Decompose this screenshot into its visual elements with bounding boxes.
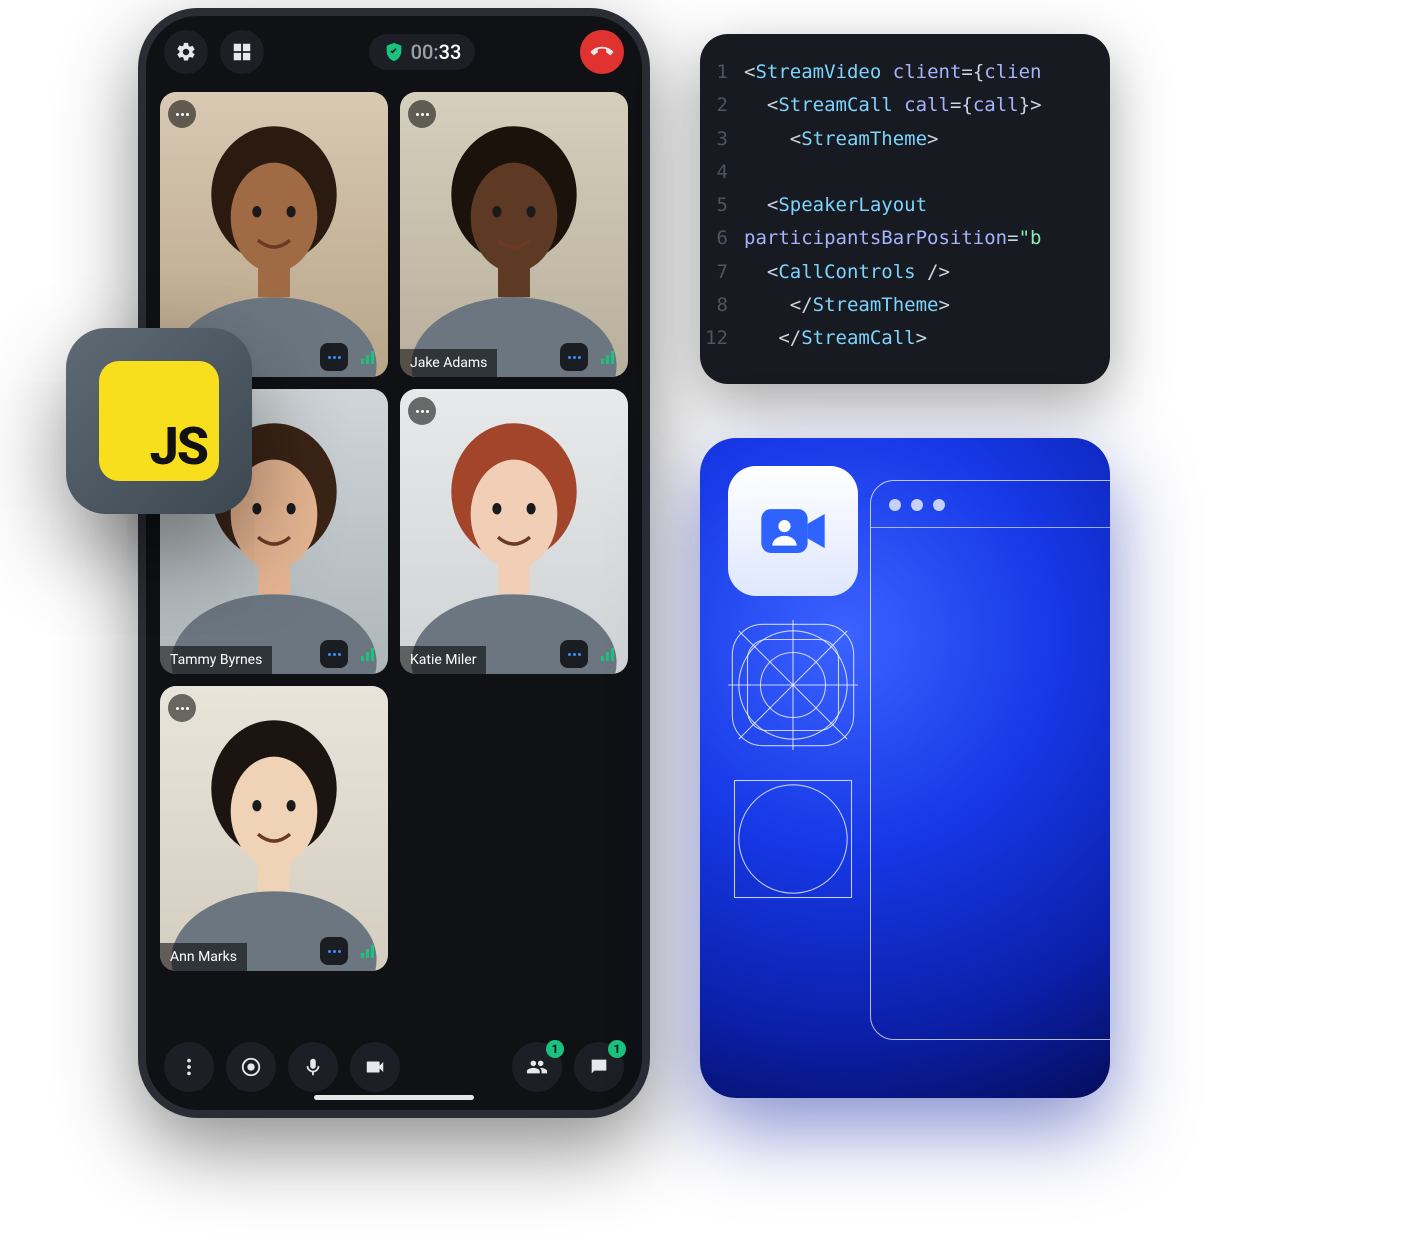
timer-minutes: 00	[411, 40, 434, 64]
line-number: 2	[700, 89, 744, 122]
camera-icon	[364, 1056, 386, 1078]
record-icon	[240, 1056, 262, 1078]
tile-menu-button[interactable]	[168, 100, 196, 128]
signal-strength-icon	[354, 937, 382, 965]
people-icon	[526, 1056, 548, 1078]
line-number: 1	[700, 56, 744, 89]
participant-video	[400, 389, 628, 674]
reaction-button[interactable]	[560, 640, 588, 668]
mic-button[interactable]	[288, 1042, 338, 1092]
code-line: 4	[700, 156, 1110, 189]
line-number: 7	[700, 256, 744, 289]
chat-icon	[588, 1056, 610, 1078]
chat-badge: 1	[608, 1040, 626, 1058]
line-number: 8	[700, 289, 744, 322]
code-line: 2 <StreamCall call={call}>	[700, 89, 1110, 122]
code-line: 6participantsBarPosition="b	[700, 222, 1110, 255]
code-line: 8 </StreamTheme>	[700, 289, 1110, 322]
tile-menu-button[interactable]	[408, 100, 436, 128]
phone-frame: 00:33	[138, 8, 650, 1118]
phone-top-bar: 00:33	[146, 16, 642, 82]
participant-tile[interactable]: Ann Marks	[160, 686, 388, 971]
phone-icon	[586, 36, 617, 67]
record-button[interactable]	[226, 1042, 276, 1092]
signal-strength-icon	[594, 640, 622, 668]
tile-menu-button[interactable]	[408, 397, 436, 425]
participant-name: Jake Adams	[400, 349, 497, 377]
participant-tile[interactable]: Jake Adams	[400, 92, 628, 377]
code-line: 3 <StreamTheme>	[700, 123, 1110, 156]
participant-name: Tammy Byrnes	[160, 646, 272, 674]
participants-badge: 1	[546, 1040, 564, 1058]
camera-button[interactable]	[350, 1042, 400, 1092]
blueprint-card	[700, 438, 1110, 1098]
grid-icon	[231, 41, 253, 63]
call-timer: 00:33	[369, 34, 476, 70]
browser-wireframe	[870, 480, 1110, 1040]
reaction-button[interactable]	[320, 343, 348, 371]
participant-tile[interactable]: Katie Miler	[400, 389, 628, 674]
camera-person-icon	[754, 492, 832, 570]
reaction-button[interactable]	[320, 640, 348, 668]
icon-grid-wireframe	[728, 620, 858, 750]
mic-icon	[302, 1056, 324, 1078]
participant-name: Katie Miler	[400, 646, 486, 674]
icon-circle-wireframe	[728, 774, 858, 904]
signal-strength-icon	[594, 343, 622, 371]
signal-strength-icon	[354, 343, 382, 371]
javascript-logo: JS	[99, 361, 219, 481]
timer-seconds: 33	[439, 40, 462, 64]
line-number: 12	[700, 322, 744, 355]
shield-check-icon	[383, 41, 405, 63]
home-indicator	[314, 1095, 474, 1100]
gear-icon	[175, 41, 197, 63]
code-line: 12 </StreamCall>	[700, 322, 1110, 355]
code-snippet-card: 1<StreamVideo client={clien2 <StreamCall…	[700, 34, 1110, 384]
settings-button[interactable]	[164, 30, 208, 74]
chat-button[interactable]: 1	[574, 1042, 624, 1092]
reaction-button[interactable]	[560, 343, 588, 371]
javascript-badge: JS	[66, 328, 252, 514]
participant-video	[400, 92, 628, 377]
code-line: 7 <CallControls />	[700, 256, 1110, 289]
signal-strength-icon	[354, 640, 382, 668]
reaction-button[interactable]	[320, 937, 348, 965]
video-app-icon	[728, 466, 858, 596]
more-button[interactable]	[164, 1042, 214, 1092]
participants-button[interactable]: 1	[512, 1042, 562, 1092]
line-number: 3	[700, 123, 744, 156]
hangup-button[interactable]	[580, 30, 624, 74]
code-line: 1<StreamVideo client={clien	[700, 56, 1110, 89]
traffic-light-dots	[889, 499, 945, 511]
participant-video	[160, 686, 388, 971]
layout-button[interactable]	[220, 30, 264, 74]
tile-menu-button[interactable]	[168, 694, 196, 722]
line-number: 6	[700, 222, 744, 255]
kebab-icon	[178, 1056, 200, 1078]
participant-grid: is	[146, 82, 642, 1028]
line-number: 4	[700, 156, 744, 189]
participant-name: Ann Marks	[160, 943, 247, 971]
line-number: 5	[700, 189, 744, 222]
code-line: 5 <SpeakerLayout	[700, 189, 1110, 222]
